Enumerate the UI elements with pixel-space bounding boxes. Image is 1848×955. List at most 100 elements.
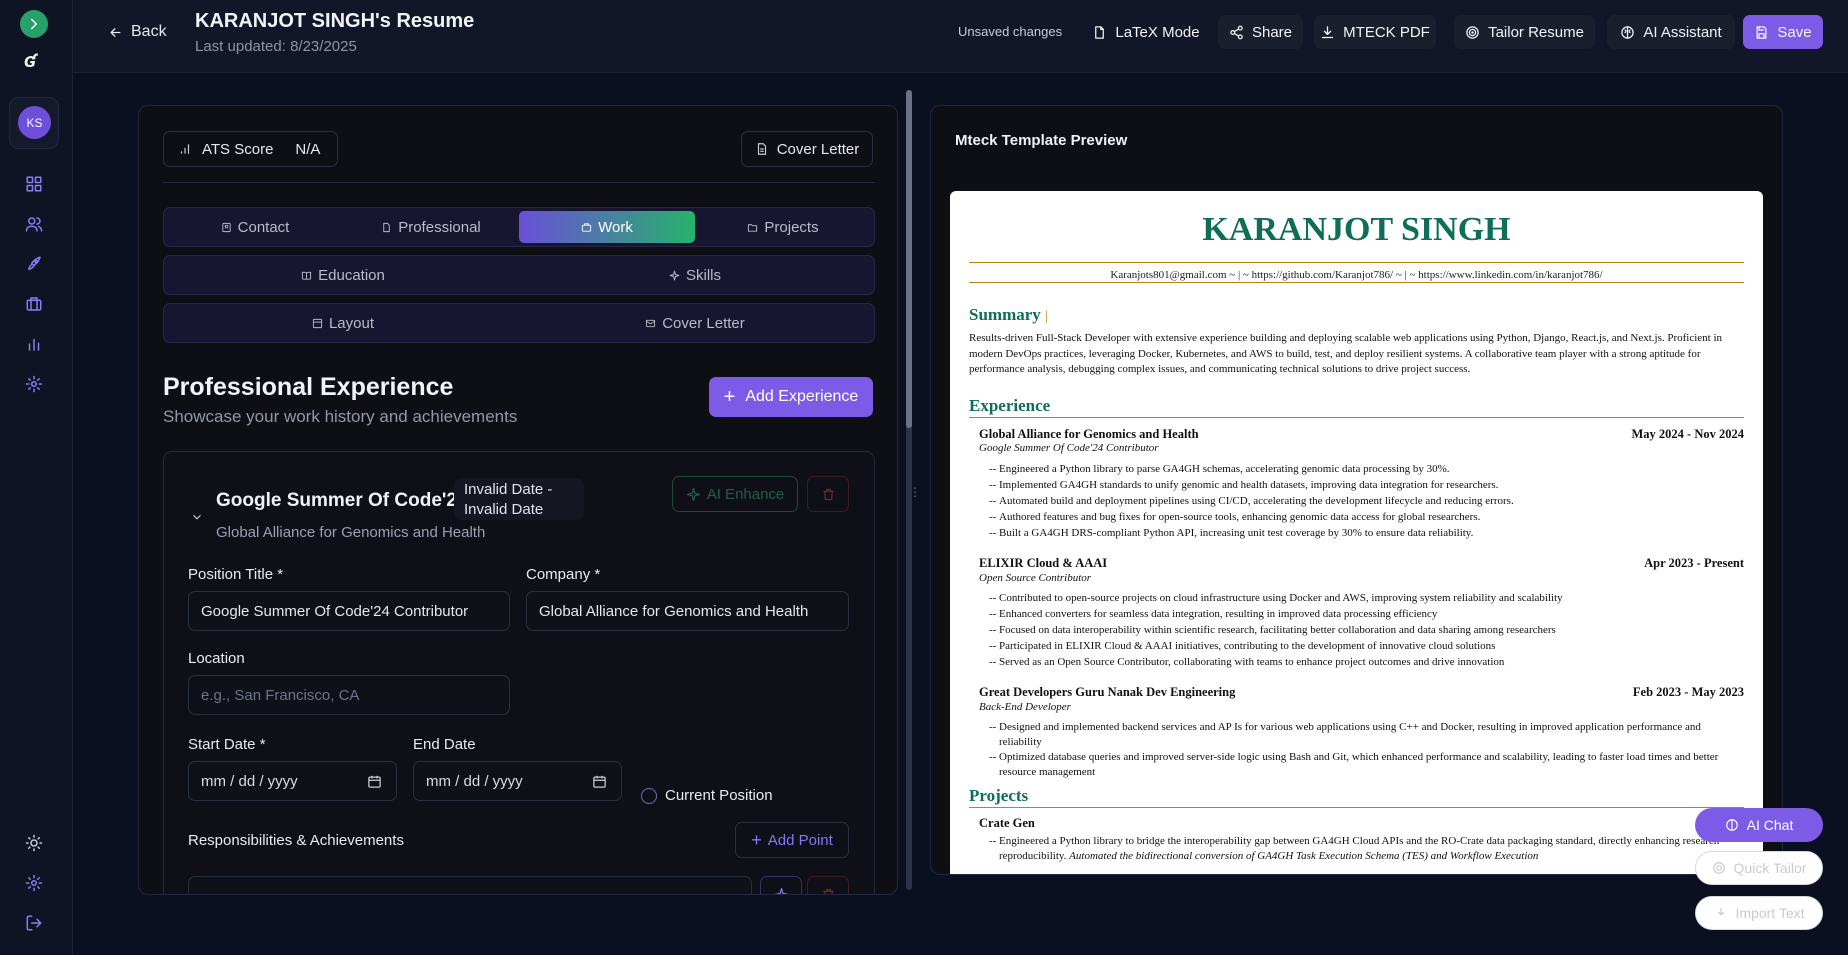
job-bullet: Contributed to open-source projects on c… — [989, 591, 1739, 606]
latex-mode-button[interactable]: LaTeX Mode — [1085, 15, 1207, 49]
brain-icon — [1621, 25, 1635, 39]
tailor-resume-button[interactable]: Tailor Resume — [1454, 15, 1595, 49]
ai-chat-button[interactable]: AI Chat — [1695, 808, 1823, 842]
projects-heading: Projects — [969, 786, 1029, 805]
brain-icon — [1725, 819, 1738, 831]
plus-icon: + — [723, 385, 736, 408]
summary-heading: Summary | — [969, 305, 1048, 324]
theme-sun-icon[interactable] — [22, 831, 46, 855]
ats-score-badge: ATS Score N/A — [163, 131, 338, 167]
briefcase-icon — [582, 222, 592, 232]
tab-projects[interactable]: Projects — [695, 211, 871, 243]
share-button[interactable]: Share — [1218, 15, 1303, 49]
company-input[interactable]: Global Alliance for Genomics and Health — [526, 591, 849, 631]
start-date-input[interactable]: mm / dd / yyyy — [188, 761, 397, 801]
summary-text: Results-driven Full-Stack Developer with… — [969, 332, 1723, 375]
add-point-button[interactable]: + Add Point — [735, 822, 849, 858]
job-bullet: Optimized database queries and improved … — [989, 750, 1739, 779]
users-icon[interactable] — [22, 212, 46, 236]
resume-name: KARANJOT SINGH — [1202, 211, 1511, 248]
tab-contact[interactable]: Contact — [167, 211, 343, 243]
section-subtitle: Showcase your work history and achieveme… — [163, 407, 518, 426]
job-role: Google Summer Of Code'24 Contributor — [979, 442, 1159, 454]
tab-layout[interactable]: Layout — [167, 307, 519, 339]
import-icon — [1717, 907, 1724, 916]
divider — [163, 182, 875, 183]
position-label: Position Title * — [188, 566, 284, 583]
analytics-icon[interactable] — [22, 332, 46, 356]
tab-cover-letter[interactable]: Cover Letter — [519, 307, 871, 339]
add-experience-button[interactable]: + Add Experience — [709, 377, 873, 417]
rule — [969, 262, 1744, 263]
ai-point-button[interactable] — [760, 876, 802, 894]
briefcase-icon[interactable] — [22, 292, 46, 316]
ai-assistant-button[interactable]: AI Assistant — [1607, 15, 1735, 49]
tab-skills[interactable]: Skills — [519, 259, 871, 291]
bar-chart-icon — [180, 144, 190, 154]
latex-label: LaTeX Mode — [1115, 23, 1200, 41]
tab-education[interactable]: Education — [167, 259, 519, 291]
download-pdf-button[interactable]: MTECK PDF — [1314, 15, 1436, 49]
project-bullet: Engineered a Python library to bridge th… — [989, 834, 1739, 863]
job-bullet: Engineered a Python library to parse GA4… — [989, 462, 1739, 477]
rule — [969, 417, 1744, 418]
start-date-placeholder: mm / dd / yyyy — [201, 772, 298, 790]
cover-letter-label: Cover Letter — [776, 140, 860, 158]
target-icon — [1466, 25, 1479, 39]
calendar-icon[interactable] — [367, 774, 382, 789]
quick-tailor-button[interactable]: Quick Tailor — [1695, 851, 1823, 885]
project-name: Crate Gen — [979, 816, 1035, 830]
unsaved-status: Unsaved changes — [958, 24, 1063, 39]
save-button[interactable]: Save — [1743, 15, 1823, 49]
job-org: Global Alliance for Genomics and Health — [979, 427, 1199, 441]
responsibility-input[interactable] — [188, 876, 752, 894]
layout-icon — [312, 318, 323, 328]
chevron-down-icon[interactable] — [190, 510, 204, 529]
position-input[interactable]: Google Summer Of Code'24 Contributor — [188, 591, 510, 631]
start-date-label: Start Date * — [188, 736, 266, 753]
import-text-button[interactable]: Import Text — [1695, 896, 1823, 930]
preview-title: Mteck Template Preview — [955, 132, 1128, 149]
ats-label: ATS Score — [202, 140, 274, 158]
back-button[interactable]: Back — [108, 20, 167, 44]
settings-icon[interactable] — [22, 871, 46, 895]
experience-company: Global Alliance for Genomics and Health — [216, 524, 486, 541]
company-label: Company * — [526, 566, 601, 583]
tab-work[interactable]: Work — [519, 211, 695, 243]
end-date-label: End Date — [413, 736, 476, 753]
cover-letter-button[interactable]: Cover Letter — [741, 131, 873, 167]
ai-enhance-button[interactable]: AI Enhance — [672, 476, 798, 512]
calendar-icon[interactable] — [592, 774, 607, 789]
trash-icon — [823, 888, 833, 894]
expand-sidebar-button[interactable] — [20, 10, 48, 38]
end-date-input[interactable]: mm / dd / yyyy — [413, 761, 622, 801]
logout-icon[interactable] — [22, 911, 46, 935]
settings-gear-icon[interactable] — [22, 372, 46, 396]
location-input[interactable]: e.g., San Francisco, CA — [188, 675, 510, 715]
pdf-label: MTECK PDF — [1343, 23, 1430, 41]
delete-point-button[interactable] — [807, 876, 849, 894]
rocket-icon[interactable] — [22, 252, 46, 276]
job-role: Open Source Contributor — [979, 572, 1092, 584]
job-bullet: Served as an Open Source Contributor, co… — [989, 655, 1739, 670]
job-dates: Feb 2023 - May 2023 — [1632, 685, 1744, 699]
delete-experience-button[interactable] — [807, 476, 849, 512]
avatar-container[interactable]: KS — [9, 97, 59, 149]
tab-professional[interactable]: Professional — [343, 211, 519, 243]
resize-handle-icon[interactable]: ⋮ — [909, 485, 921, 499]
contact-icon — [222, 222, 231, 232]
experience-heading: Experience — [969, 396, 1051, 415]
current-position-radio[interactable] — [641, 788, 657, 804]
ai-enhance-label: AI Enhance — [706, 485, 785, 503]
scrollbar-thumb[interactable] — [906, 90, 912, 428]
download-icon — [1322, 25, 1334, 38]
dashboard-icon[interactable] — [22, 172, 46, 196]
chevron-right-icon — [31, 18, 37, 30]
share-label: Share — [1251, 23, 1293, 41]
book-icon — [302, 271, 312, 280]
resume-contact: Karanjots801@gmail.com ~ | ~ https://git… — [1110, 269, 1603, 281]
avatar[interactable]: KS — [18, 106, 51, 139]
job-bullet: Built a GA4GH DRS-compliant Python API, … — [989, 526, 1739, 541]
section-title: Professional Experience — [163, 373, 454, 401]
tailor-label: Tailor Resume — [1488, 23, 1584, 41]
